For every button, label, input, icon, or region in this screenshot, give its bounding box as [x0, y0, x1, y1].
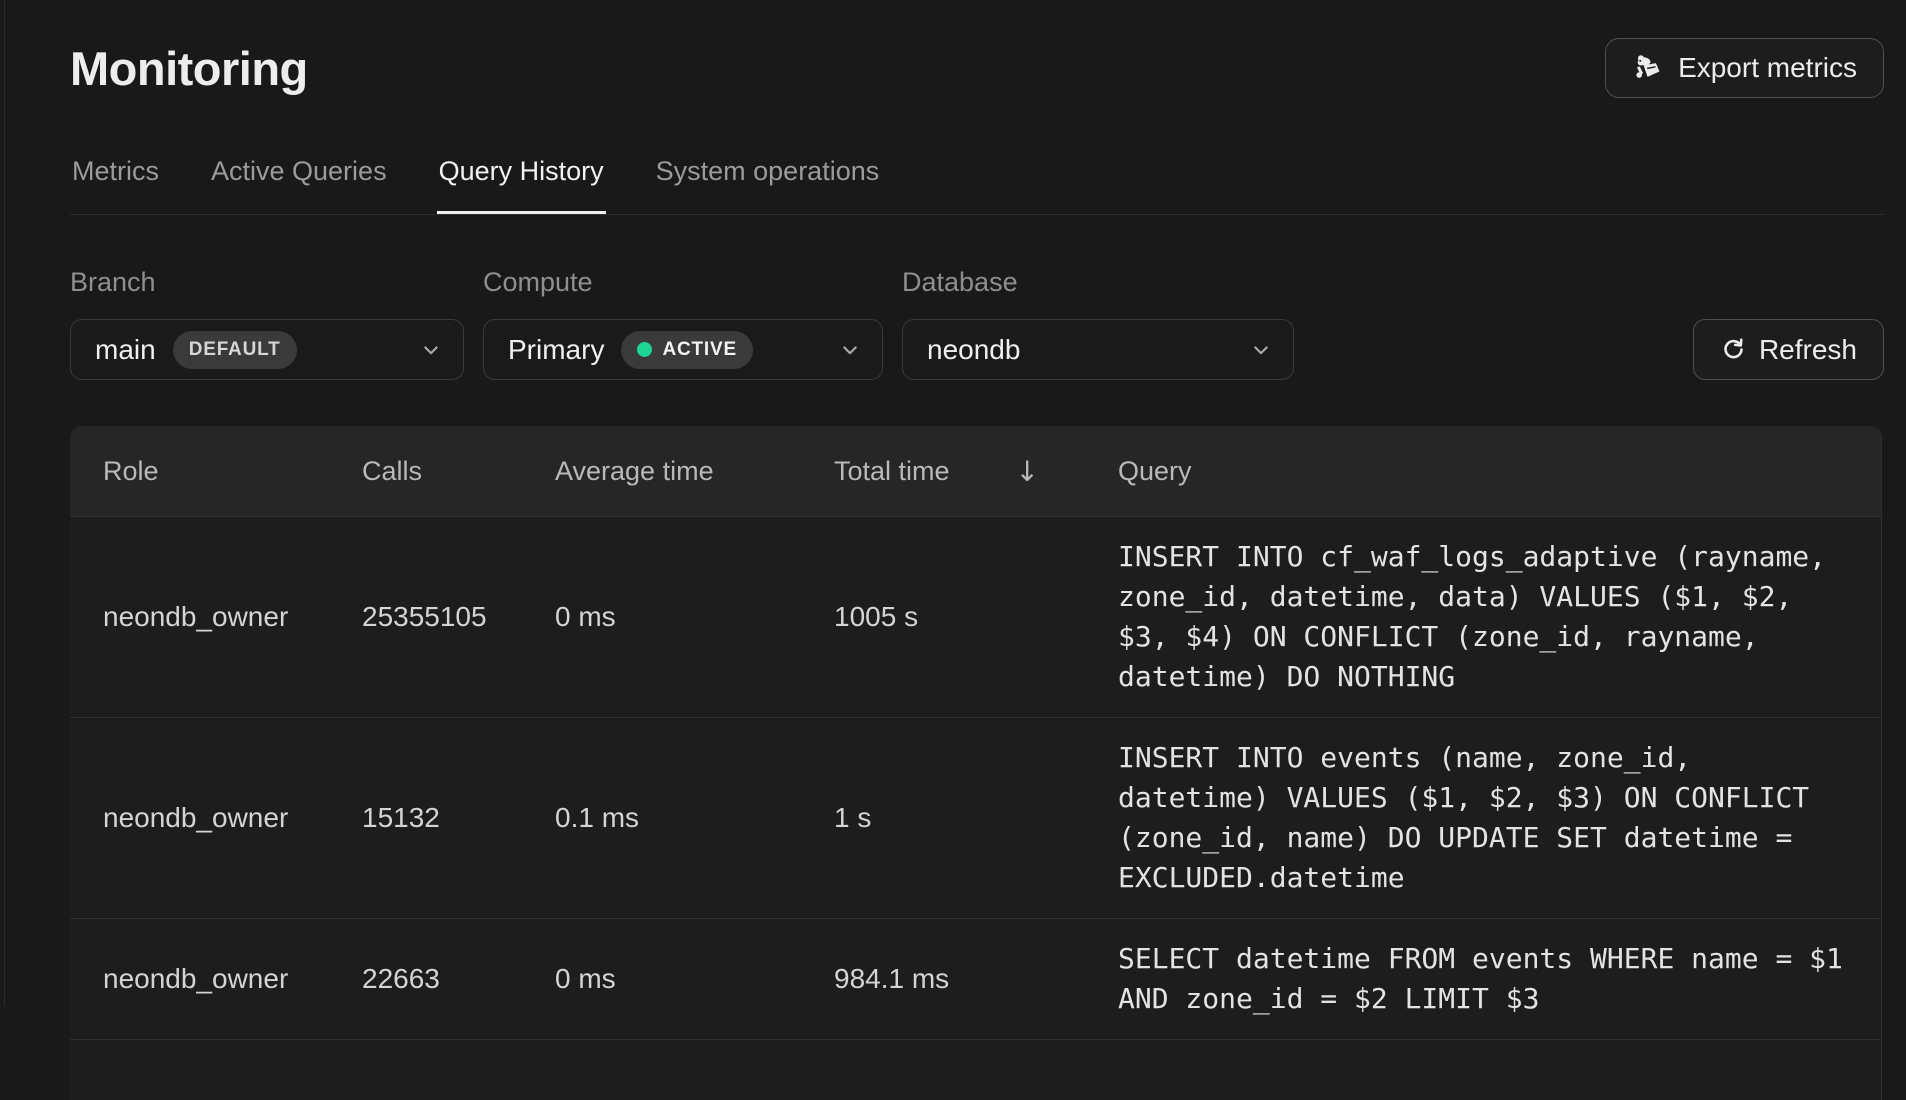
cell-query: INSERT INTO cf_waf_logs_adaptive (raynam…	[1118, 517, 1846, 717]
total-time-label: Total time	[834, 456, 950, 487]
compute-value: Primary	[508, 334, 604, 366]
tab-system-operations[interactable]: System operations	[654, 154, 882, 214]
cell-average-time: 0 ms	[555, 601, 834, 633]
cell-total-time: 1 s	[834, 802, 1118, 834]
active-badge: ACTIVE	[621, 331, 752, 369]
cell-role: neondb_owner	[103, 802, 362, 834]
refresh-button[interactable]: Refresh	[1693, 319, 1884, 380]
cell-average-time: 0.1 ms	[555, 802, 834, 834]
tab-active-queries[interactable]: Active Queries	[209, 154, 389, 214]
branch-value: main	[95, 334, 156, 366]
table-row[interactable]: neondb_owner 25355105 0 ms 1005 s INSERT…	[70, 517, 1881, 718]
cell-role: neondb_owner	[103, 963, 362, 995]
cell-calls: 15132	[362, 802, 555, 834]
column-header-total-time[interactable]: Total time ↓	[834, 455, 1118, 488]
branch-filter: Branch main DEFAULT	[70, 265, 464, 380]
page-title: Monitoring	[70, 39, 308, 98]
panel-edge-divider	[4, 0, 5, 1006]
column-header-role[interactable]: Role	[103, 456, 362, 487]
active-status-dot	[637, 342, 652, 357]
active-badge-label: ACTIVE	[662, 339, 736, 361]
branch-select[interactable]: main DEFAULT	[70, 319, 464, 380]
table-row[interactable]: neondb_owner 22663 0 ms 984.1 ms SELECT …	[70, 919, 1881, 1040]
query-history-table: Role Calls Average time Total time ↓ Que…	[70, 426, 1882, 1100]
column-header-query[interactable]: Query	[1118, 456, 1881, 487]
tab-bar: Metrics Active Queries Query History Sys…	[70, 154, 1884, 215]
cell-total-time: 984.1 ms	[834, 963, 1118, 995]
column-header-calls[interactable]: Calls	[362, 456, 555, 487]
database-filter: Database neondb	[902, 265, 1294, 380]
default-badge: DEFAULT	[173, 331, 297, 369]
filter-bar: Branch main DEFAULT Compute Primary ACTI…	[70, 265, 1884, 380]
table-row[interactable]: neondb_owner 15132 0.1 ms 1 s INSERT INT…	[70, 718, 1881, 919]
cell-total-time: 1005 s	[834, 601, 1118, 633]
refresh-label: Refresh	[1759, 334, 1857, 366]
chevron-down-icon	[1251, 340, 1271, 360]
chevron-down-icon	[421, 340, 441, 360]
cell-query: SELECT datetime FROM events WHERE name =…	[1118, 919, 1846, 1039]
database-label: Database	[902, 265, 1294, 299]
export-metrics-button[interactable]: Export metrics	[1605, 38, 1884, 98]
compute-filter: Compute Primary ACTIVE	[483, 265, 883, 380]
database-select[interactable]: neondb	[902, 319, 1294, 380]
cell-role: neondb_owner	[103, 601, 362, 633]
sort-descending-arrow-icon[interactable]: ↓	[1016, 455, 1039, 488]
datadog-dog-icon	[1632, 53, 1664, 83]
branch-label: Branch	[70, 265, 464, 299]
export-metrics-label: Export metrics	[1678, 52, 1857, 84]
table-row-clipped	[70, 1040, 1881, 1100]
refresh-icon	[1720, 336, 1747, 363]
database-value: neondb	[927, 334, 1020, 366]
cell-calls: 25355105	[362, 601, 555, 633]
cell-average-time: 0 ms	[555, 963, 834, 995]
tab-metrics[interactable]: Metrics	[70, 154, 161, 214]
refresh-area: Refresh	[1693, 265, 1884, 380]
column-header-average-time[interactable]: Average time	[555, 456, 834, 487]
cell-query: INSERT INTO events (name, zone_id, datet…	[1118, 718, 1846, 918]
compute-select[interactable]: Primary ACTIVE	[483, 319, 883, 380]
chevron-down-icon	[840, 340, 860, 360]
cell-calls: 22663	[362, 963, 555, 995]
page-header: Monitoring Export metrics	[70, 38, 1884, 98]
compute-label: Compute	[483, 265, 883, 299]
tab-query-history[interactable]: Query History	[437, 154, 606, 214]
monitoring-page: Monitoring Export metrics Metrics Active…	[0, 0, 1906, 1100]
table-header-row: Role Calls Average time Total time ↓ Que…	[70, 426, 1881, 517]
